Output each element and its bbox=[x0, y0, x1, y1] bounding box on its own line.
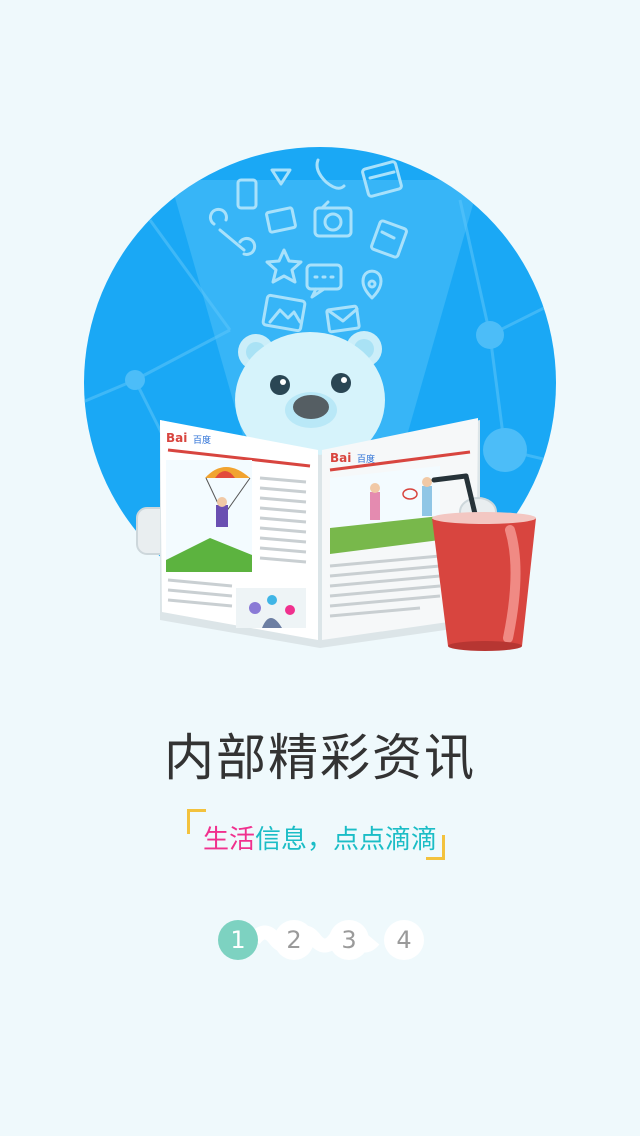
bracket-right-decoration bbox=[426, 835, 445, 860]
page-dot-3[interactable]: 3 bbox=[329, 920, 369, 960]
newspaper-logo-left-suffix: 百度 bbox=[193, 434, 211, 446]
page-indicator: 1 2 3 4 bbox=[216, 918, 428, 962]
subtitle-block: 生活信息，点点滴滴 bbox=[0, 805, 640, 865]
subtitle: 生活信息，点点滴滴 bbox=[0, 819, 640, 856]
subtitle-highlight: 生活 bbox=[202, 825, 255, 855]
page-title: 内部精彩资讯 bbox=[164, 729, 476, 787]
subtitle-text: 信息，点点滴滴 bbox=[255, 825, 438, 855]
hero-illustration: Bai 百度 Bai 百度 bbox=[84, 147, 556, 651]
page-dot-4[interactable]: 4 bbox=[384, 920, 424, 960]
page-dot-1[interactable]: 1 bbox=[218, 920, 258, 960]
page-dot-2[interactable]: 2 bbox=[274, 920, 314, 960]
newspaper-logo-right: Bai bbox=[330, 451, 351, 465]
newspaper-logo-left: Bai bbox=[166, 431, 187, 445]
